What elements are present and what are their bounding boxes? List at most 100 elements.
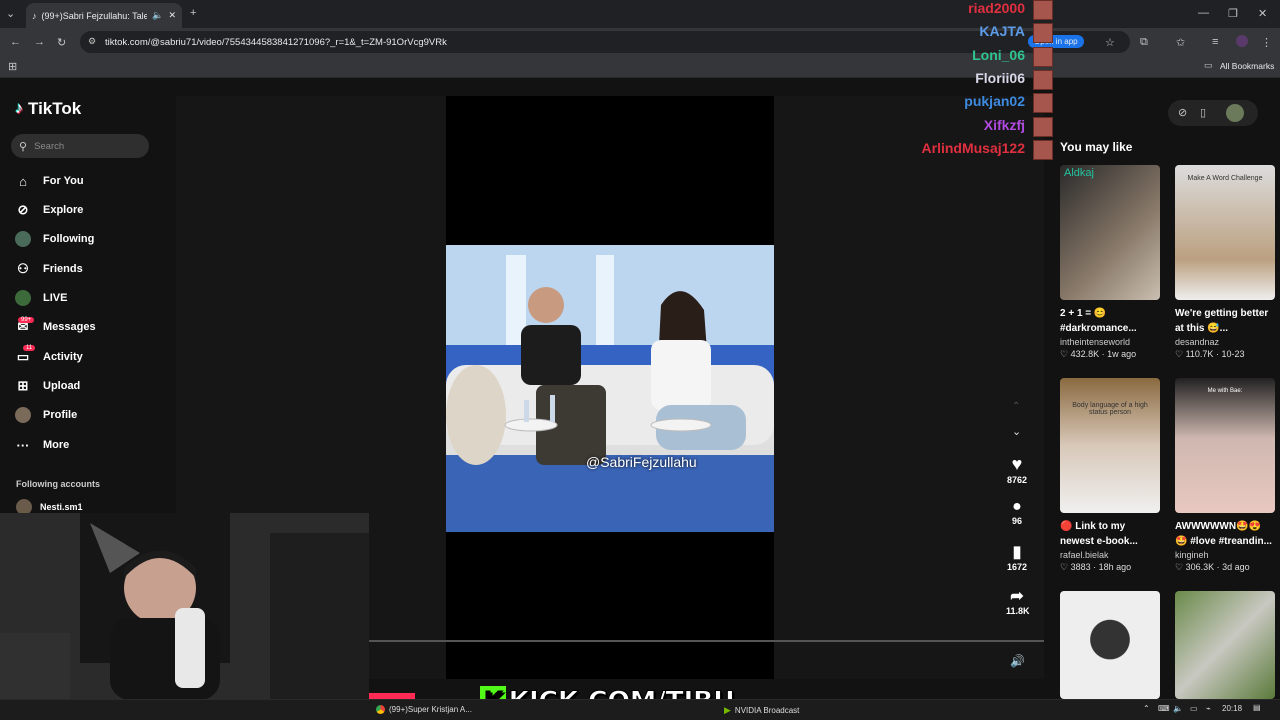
thumbnail-overlay: Make A Word Challenge xyxy=(1187,175,1263,182)
save-button[interactable]: ▮ 1672 xyxy=(1006,542,1028,572)
card-author[interactable]: desandnaz xyxy=(1175,337,1275,347)
menu-icon[interactable]: ⋮ xyxy=(1261,36,1272,49)
site-info-icon[interactable]: ⚙ xyxy=(88,36,96,47)
nav-live[interactable]: LIVE xyxy=(15,290,67,306)
card-views: 306.3K xyxy=(1185,562,1215,572)
profile-avatar-icon xyxy=(15,407,31,423)
card-author[interactable]: intheintenseworld xyxy=(1060,337,1160,347)
nav-following[interactable]: Following xyxy=(15,231,94,247)
back-icon[interactable]: ← xyxy=(10,36,21,48)
folder-icon: ▭ xyxy=(1204,60,1213,70)
thumbnail-overlay: Body language of a high status person xyxy=(1072,402,1148,416)
notification-icon[interactable]: ▤ xyxy=(1253,703,1261,712)
chat-avatar xyxy=(1033,140,1053,160)
card-age: 1w ago xyxy=(1107,349,1137,359)
volume-icon[interactable]: 🔊 xyxy=(1010,654,1025,668)
device-icon[interactable]: ▯ xyxy=(1200,106,1206,119)
progress-bar[interactable] xyxy=(369,640,1044,642)
thumbnail: Make A Word Challenge xyxy=(1175,165,1275,300)
speaker-icon[interactable]: 🔈 xyxy=(152,10,163,21)
upload-icon: ⊞ xyxy=(17,378,29,393)
taskbar-app-label: NVIDIA Broadcast xyxy=(734,706,800,715)
nav-activity[interactable]: ▭ Activity xyxy=(15,349,83,365)
nav-upload[interactable]: ⊞ Upload xyxy=(15,378,81,394)
prev-video-icon[interactable]: ⌃ xyxy=(1012,401,1020,412)
nav-more[interactable]: ··· More xyxy=(15,437,70,453)
activity-badge: 11 xyxy=(23,345,36,351)
nav-profile[interactable]: Profile xyxy=(15,407,77,423)
card-author[interactable]: kingineh xyxy=(1175,550,1275,560)
clock[interactable]: 20:18 xyxy=(1222,704,1242,713)
taskbar-app-label: (99+)Super Kristjan A... xyxy=(389,705,472,714)
recommendation-card[interactable]: Body language of a high status person 🔴 … xyxy=(1060,378,1160,573)
extensions-icon[interactable]: ⧉ xyxy=(1140,36,1148,49)
card-views: 110.7K xyxy=(1185,349,1214,359)
user-avatar[interactable] xyxy=(1226,104,1244,122)
share-count: 11.8K xyxy=(1006,606,1030,616)
reading-list-icon[interactable]: ≡ xyxy=(1212,36,1218,48)
card-author[interactable]: rafael.bielak xyxy=(1060,550,1160,560)
window-close-icon[interactable]: ✕ xyxy=(1258,7,1267,20)
recommendation-card[interactable]: Aldkaj 2 + 1 = 😊 #darkromance... inthein… xyxy=(1060,165,1160,360)
star-icon[interactable]: ☆ xyxy=(1105,36,1115,49)
card-age: 10-23 xyxy=(1221,349,1245,359)
tray-icon[interactable]: ⌁ xyxy=(1206,704,1211,713)
taskbar-app-nvidia[interactable]: ▶ NVIDIA Broadcast xyxy=(724,705,799,716)
tiktok-favicon-icon: ♪ xyxy=(32,10,37,21)
reload-icon[interactable]: ↻ xyxy=(57,36,66,49)
comment-count: 96 xyxy=(1011,516,1022,526)
thumbnail xyxy=(1175,591,1275,699)
video-content[interactable]: @SabriFejzullahu xyxy=(446,245,774,532)
chat-username: Loni_06 xyxy=(972,47,1025,63)
network-icon[interactable]: ⌨ xyxy=(1158,704,1170,713)
nav-for-you[interactable]: ⌂ For You xyxy=(15,173,84,189)
battery-icon[interactable]: ▭ xyxy=(1190,704,1198,713)
compass-small-icon[interactable]: ⊘ xyxy=(1178,106,1187,119)
card-age: 18h ago xyxy=(1098,562,1132,572)
recommendation-card[interactable] xyxy=(1175,591,1275,699)
nav-explore[interactable]: ⊘ Explore xyxy=(15,202,84,218)
comment-button[interactable]: ● 96 xyxy=(1006,498,1028,526)
chat-avatar xyxy=(1033,23,1053,43)
tiktok-logo[interactable]: ♪ TikTok xyxy=(15,99,81,119)
chrome-icon xyxy=(376,705,385,714)
browser-tab[interactable]: ♪ (99+)Sabri Fejzullahu: Talen 🔈 ✕ xyxy=(26,3,182,28)
card-stats: ♡ 306.3K · 3d ago xyxy=(1175,562,1250,572)
card-caption: AWWWWWN🤩😍 🤩 #love #treandin... xyxy=(1175,521,1272,547)
nav-label: More xyxy=(43,439,70,451)
tab-close-icon[interactable]: ✕ xyxy=(168,10,176,21)
card-caption: We're getting better at this 😅... xyxy=(1175,308,1269,334)
studio-scene-image xyxy=(446,245,774,532)
bookmarks-bar: ⊞ ▭ All Bookmarks xyxy=(0,56,1280,78)
favorites-icon[interactable]: ✩ xyxy=(1176,36,1185,49)
video-watermark: @SabriFejzullahu xyxy=(586,454,697,470)
streamer-webcam-image xyxy=(0,513,369,700)
like-button[interactable]: ♥ 8762 xyxy=(1006,454,1028,485)
tab-search-icon[interactable]: ⌄ xyxy=(6,7,15,20)
new-tab-icon[interactable]: + xyxy=(190,7,196,19)
tray-chevron-icon[interactable]: ⌃ xyxy=(1143,704,1150,713)
search-input[interactable]: ⚲ Search xyxy=(11,134,149,158)
nav-friends[interactable]: ⚇ Friends xyxy=(15,261,83,277)
all-bookmarks-link[interactable]: All Bookmarks xyxy=(1220,61,1274,71)
url-text: tiktok.com/@sabriu71/video/7554344583841… xyxy=(105,36,447,48)
recommendation-card[interactable] xyxy=(1060,591,1160,699)
profile-avatar[interactable] xyxy=(1236,35,1248,47)
forward-icon[interactable]: → xyxy=(34,36,45,48)
thumbnail-overlay: Aldkaj xyxy=(1064,167,1094,179)
minimize-icon[interactable]: — xyxy=(1198,7,1209,19)
recommendation-card[interactable]: Make A Word Challenge We're getting bett… xyxy=(1175,165,1275,360)
share-button[interactable]: ➦ 11.8K xyxy=(1006,586,1030,616)
nav-label: Following xyxy=(43,233,95,245)
sound-icon[interactable]: 🔈 xyxy=(1173,704,1183,713)
nav-label: LIVE xyxy=(43,292,68,304)
next-video-icon[interactable]: ⌄ xyxy=(1012,425,1021,438)
apps-grid-icon[interactable]: ⊞ xyxy=(8,60,17,73)
recommendation-card[interactable]: Me with Bae: AWWWWWN🤩😍 🤩 #love #treandin… xyxy=(1175,378,1275,573)
nav-label: For You xyxy=(43,175,84,187)
chat-avatar xyxy=(1033,70,1053,90)
restore-icon[interactable]: ❐ xyxy=(1228,7,1238,20)
chat-username: pukjan02 xyxy=(964,93,1025,109)
tiktok-wordmark: TikTok xyxy=(28,99,82,118)
taskbar-app-chrome[interactable]: (99+)Super Kristjan A... xyxy=(376,705,472,714)
